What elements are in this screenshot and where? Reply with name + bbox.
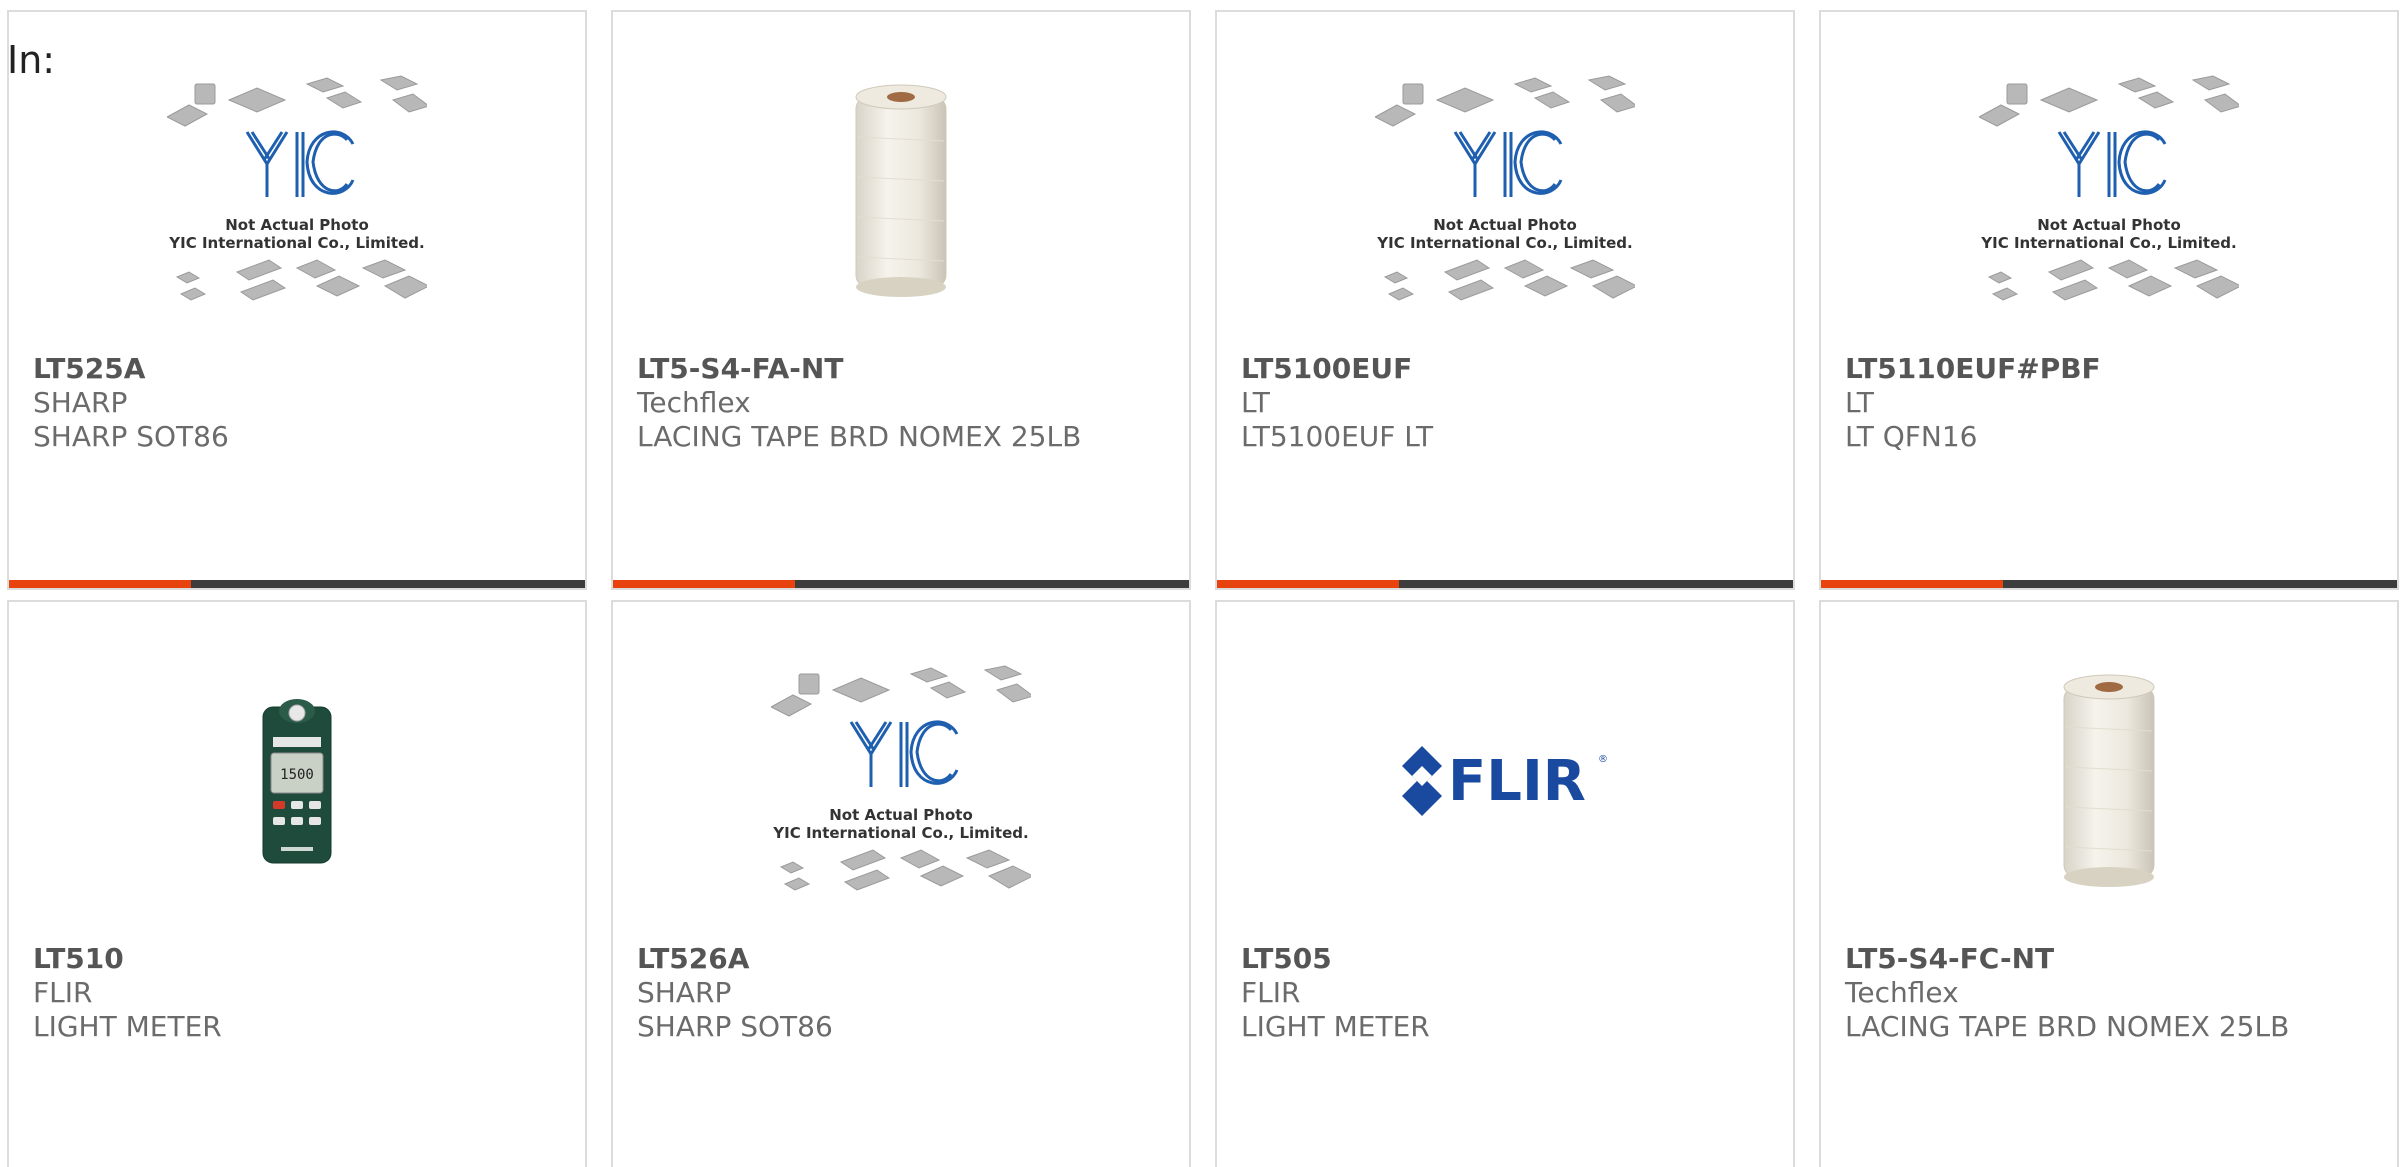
product-info: LT5-S4-FC-NT Techflex LACING TAPE BRD NOME… <box>1845 942 2387 1044</box>
placeholder-caption-line1: Not Actual Photo <box>1433 216 1577 234</box>
card-accent-bar <box>1217 580 1399 588</box>
product-info: LT510 FLIR LIGHT METER <box>33 942 575 1044</box>
part-number-link[interactable]: LT5100EUF <box>1241 352 1783 386</box>
product-image[interactable] <box>1821 622 2397 942</box>
product-card[interactable]: LT5-S4-FC-NT Techflex LACING TAPE BRD NOME… <box>1819 600 2399 1167</box>
part-number-link[interactable]: LT525A <box>33 352 575 386</box>
placeholder-caption-line2: YIC International Co., Limited. <box>1980 234 2236 252</box>
manufacturer: Techflex <box>637 386 751 419</box>
placeholder-caption-line1: Not Actual Photo <box>225 216 369 234</box>
svg-text:®: ® <box>1598 754 1608 765</box>
description: LACING TAPE BRD NOMEX 25LB <box>637 420 1082 453</box>
description: LT5100EUF LT <box>1241 420 1434 453</box>
card-accent-bar <box>613 580 795 588</box>
product-image[interactable] <box>613 32 1189 352</box>
product-image[interactable]: Not Actual Photo YIC International Co., … <box>9 32 585 352</box>
placeholder-caption-line2: YIC International Co., Limited. <box>772 824 1028 842</box>
page: In: Not Actual Photo YIC International C… <box>0 0 2400 1167</box>
card-footer-bar <box>1821 580 2397 588</box>
card-accent-bar <box>1821 580 2003 588</box>
placeholder-caption-line2: YIC International Co., Limited. <box>168 234 424 252</box>
part-number-link[interactable]: LT5-S4-FA-NT <box>637 352 1179 386</box>
card-footer-bar <box>9 580 585 588</box>
product-image[interactable]: Not Actual Photo YIC International Co., … <box>613 622 1189 942</box>
product-image[interactable]: FLIR ® <box>1217 622 1793 942</box>
product-info: LT526A SHARP SHARP SOT86 <box>637 942 1179 1044</box>
description: LT QFN16 <box>1845 420 1978 453</box>
placeholder-image: Not Actual Photo YIC International Co., … <box>1979 75 2239 301</box>
product-image[interactable]: Not Actual Photo YIC International Co., … <box>1821 32 2397 352</box>
card-accent-bar <box>9 580 191 588</box>
placeholder-image: Not Actual Photo YIC International Co., … <box>167 75 427 301</box>
product-card[interactable]: Not Actual Photo YIC International Co., … <box>7 10 587 590</box>
description: SHARP SOT86 <box>33 420 229 453</box>
product-card[interactable]: Not Actual Photo YIC International Co., … <box>1215 10 1795 590</box>
manufacturer: LT <box>1241 386 1270 419</box>
product-grid: Not Actual Photo YIC International Co., … <box>7 10 2400 1167</box>
part-number-link[interactable]: LT526A <box>637 942 1179 976</box>
in-label: In: <box>7 38 56 82</box>
product-info: LT505 FLIR LIGHT METER <box>1241 942 1783 1044</box>
flir-logo-text: FLIR <box>1448 749 1586 814</box>
product-image[interactable]: Not Actual Photo YIC International Co., … <box>1217 32 1793 352</box>
product-info: LT5100EUF LT LT5100EUF LT <box>1241 352 1783 454</box>
description: LACING TAPE BRD NOMEX 25LB <box>1845 1010 2290 1043</box>
product-card[interactable]: FLIR ® LT505 FLIR LIGHT METER <box>1215 600 1795 1167</box>
tape-spool-image <box>2063 674 2155 887</box>
manufacturer: FLIR <box>33 976 93 1009</box>
manufacturer: LT <box>1845 386 1874 419</box>
placeholder-caption-line2: YIC International Co., Limited. <box>1376 234 1632 252</box>
manufacturer: Techflex <box>1845 976 1959 1009</box>
part-number-link[interactable]: LT5110EUF#PBF <box>1845 352 2387 386</box>
manufacturer: FLIR <box>1241 976 1301 1009</box>
light-meter-image: 1500 <box>262 699 332 864</box>
description: LIGHT METER <box>1241 1010 1430 1043</box>
product-info: LT5110EUF#PBF LT LT QFN16 <box>1845 352 2387 454</box>
manufacturer: SHARP <box>33 386 128 419</box>
card-footer-bar <box>1217 580 1793 588</box>
product-card[interactable]: Not Actual Photo YIC International Co., … <box>1819 10 2399 590</box>
description: SHARP SOT86 <box>637 1010 833 1043</box>
part-number-link[interactable]: LT5-S4-FC-NT <box>1845 942 2387 976</box>
product-info: LT5-S4-FA-NT Techflex LACING TAPE BRD NOME… <box>637 352 1179 454</box>
product-card[interactable]: LT5-S4-FA-NT Techflex LACING TAPE BRD NOME… <box>611 10 1191 590</box>
svg-text:1500: 1500 <box>280 767 314 783</box>
flir-logo: FLIR ® <box>1402 746 1608 816</box>
card-footer-bar <box>613 580 1189 588</box>
placeholder-caption-line1: Not Actual Photo <box>829 806 973 824</box>
placeholder-image: Not Actual Photo YIC International Co., … <box>1375 75 1635 301</box>
manufacturer: SHARP <box>637 976 732 1009</box>
placeholder-caption-line1: Not Actual Photo <box>2037 216 2181 234</box>
product-image[interactable]: 1500 <box>9 622 585 942</box>
part-number-link[interactable]: LT510 <box>33 942 575 976</box>
product-card[interactable]: Not Actual Photo YIC International Co., … <box>611 600 1191 1167</box>
placeholder-image: Not Actual Photo YIC International Co., … <box>771 665 1031 891</box>
product-card[interactable]: 1500 LT510 FLIR LIGHT METER <box>7 600 587 1167</box>
part-number-link[interactable]: LT505 <box>1241 942 1783 976</box>
description: LIGHT METER <box>33 1010 222 1043</box>
tape-spool-image <box>855 84 947 297</box>
product-info: LT525A SHARP SHARP SOT86 <box>33 352 575 454</box>
